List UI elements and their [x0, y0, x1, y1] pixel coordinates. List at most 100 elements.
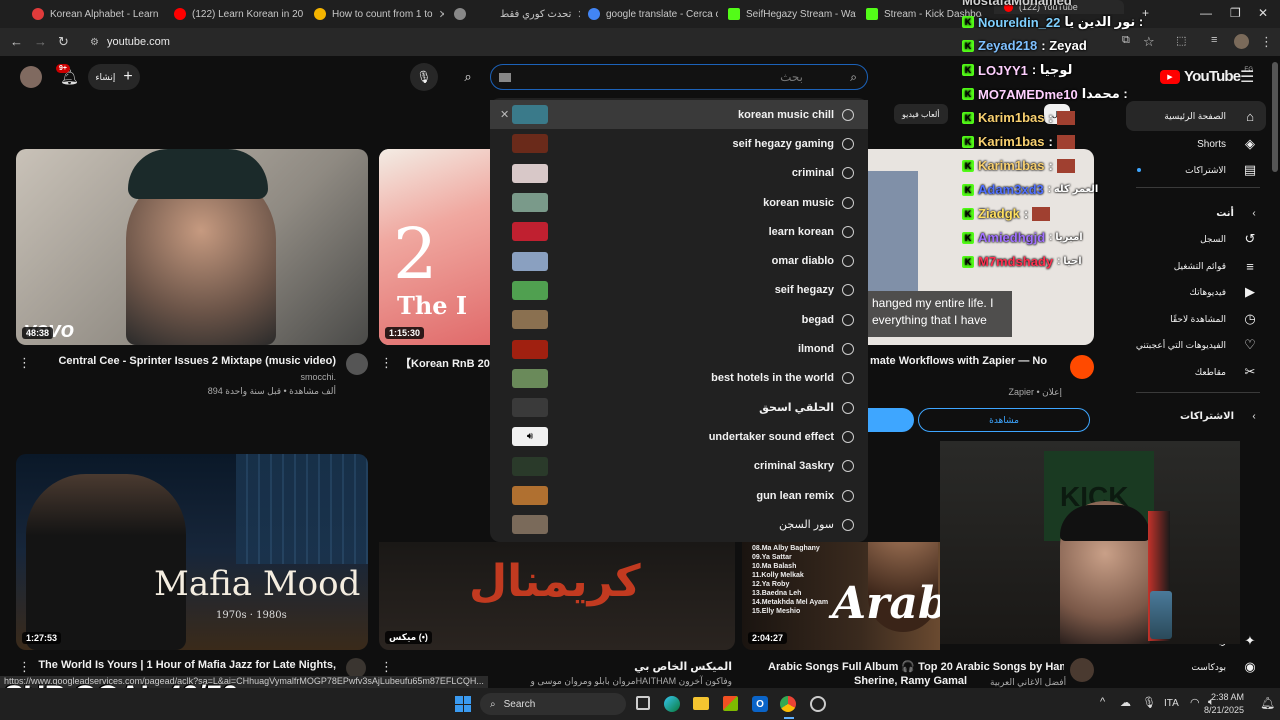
- suggestion-item[interactable]: سور السجن: [490, 510, 868, 539]
- chip-gaming[interactable]: ألعاب فيديو: [894, 104, 948, 124]
- more-options-icon[interactable]: ⋮: [380, 355, 393, 371]
- windows-start-icon[interactable]: [455, 696, 471, 712]
- video-thumbnail[interactable]: كريمنال ميكس (•): [379, 542, 735, 650]
- edge-icon[interactable]: [664, 696, 680, 712]
- create-button[interactable]: إنشاء +: [88, 64, 140, 90]
- browser-tab[interactable]: [444, 0, 490, 28]
- suggestion-item[interactable]: seif hegazy: [490, 276, 868, 305]
- browser-tab[interactable]: Korean Alphabet - Learn✕: [22, 0, 164, 28]
- input-language[interactable]: ITA: [1164, 698, 1179, 709]
- site-info-icon[interactable]: ⚙: [90, 37, 99, 48]
- video-title[interactable]: Central Cee - Sprinter Issues 2 Mixtape …: [48, 355, 336, 367]
- channel-avatar[interactable]: [1070, 658, 1094, 682]
- microphone-icon[interactable]: 🎙︎: [1142, 696, 1156, 709]
- suggestion-item[interactable]: ilmond: [490, 334, 868, 363]
- video-title[interactable]: 【Korean RnB 2025: [400, 355, 492, 371]
- sidebar-scrollbar[interactable]: [1272, 62, 1278, 172]
- browser-tab[interactable]: How to count from 1 to ✕: [304, 0, 444, 28]
- suggestion-item[interactable]: korean music: [490, 188, 868, 217]
- browser-tab[interactable]: SeifHegazy Stream - Wat✕: [718, 0, 856, 28]
- sidebar-item-podcasts[interactable]: بودكاست ◉: [1191, 659, 1258, 675]
- task-view-icon[interactable]: [636, 696, 650, 710]
- tab-search-icon[interactable]: ≡: [1211, 34, 1217, 46]
- search-button-left[interactable]: ⌕: [454, 63, 482, 91]
- suggestion-item[interactable]: gun lean remix: [490, 481, 868, 510]
- voice-search-button[interactable]: 🎙︎: [410, 63, 438, 91]
- suggestion-item[interactable]: criminal: [490, 159, 868, 188]
- account-avatar[interactable]: [20, 66, 42, 88]
- back-icon[interactable]: ←: [10, 34, 23, 49]
- chat-message: K Adam3xd3: العمر كله: [962, 182, 1098, 197]
- close-window-icon[interactable]: ✕: [1258, 6, 1268, 20]
- ad-title[interactable]: mate Workflows with Zapier — No: [870, 355, 1060, 367]
- notification-center-icon[interactable]: 🔔︎: [1260, 696, 1275, 710]
- profile-avatar[interactable]: [1234, 34, 1249, 49]
- video-title[interactable]: Arabic Songs Full Album 🎧 Top 20 Arabic …: [768, 660, 1064, 673]
- url-bar[interactable]: ⚙ youtube.com: [82, 31, 942, 53]
- more-options-icon[interactable]: ⋮: [18, 659, 31, 675]
- search-input[interactable]: [503, 70, 803, 84]
- more-options-icon[interactable]: ⋮: [18, 355, 31, 371]
- menu-dots-icon[interactable]: ⋮: [1260, 34, 1273, 50]
- forward-icon[interactable]: →: [34, 34, 47, 49]
- remove-suggestion-icon[interactable]: ✕: [500, 108, 509, 121]
- app-icon[interactable]: [810, 696, 826, 712]
- suggestion-item[interactable]: ✕ korean music chill: [490, 100, 868, 130]
- search-icon[interactable]: ⌕: [850, 70, 857, 85]
- extensions-icon[interactable]: ⬚: [1176, 34, 1186, 47]
- chevron-up-icon[interactable]: ^: [1100, 696, 1105, 708]
- sidebar-item-home[interactable]: الصفحة الرئيسية ⌂: [1164, 108, 1258, 124]
- store-icon[interactable]: [723, 696, 738, 711]
- reload-icon[interactable]: ↻: [58, 34, 69, 50]
- video-title[interactable]: الميكس الخاص بي: [392, 660, 732, 673]
- browser-tab[interactable]: (122) Learn Korean in 20✕: [164, 0, 304, 28]
- suggestion-item[interactable]: seif hegazy gaming: [490, 129, 868, 158]
- watch-button[interactable]: مشاهدة: [918, 408, 1090, 432]
- maximize-icon[interactable]: ❐: [1230, 6, 1241, 20]
- sidebar-you-header[interactable]: أنت ‹: [1216, 205, 1258, 221]
- browser-tab[interactable]: google translate - Cerca c✕: [578, 0, 718, 28]
- suggestion-item[interactable]: الحلقي اسحق: [490, 393, 868, 422]
- channel-name[interactable]: smocchi.: [100, 372, 336, 382]
- suggestion-item[interactable]: omar diablo: [490, 246, 868, 275]
- suggestion-item[interactable]: criminal 3askry: [490, 452, 868, 481]
- video-thumbnail[interactable]: 08.Ma Alby Baghany 09.Ya Sattar 10.Ma Ba…: [742, 542, 940, 650]
- outlook-icon[interactable]: O: [752, 696, 768, 712]
- ad-cta-button[interactable]: [868, 408, 914, 432]
- sidebar-item-liked[interactable]: الفيديوهات التي أعجبتني ♡: [1136, 337, 1258, 353]
- taskbar-search[interactable]: ⌕ Search: [480, 693, 626, 715]
- channel-avatar[interactable]: [346, 353, 368, 375]
- sidebar-item-your-videos[interactable]: فيديوهاتك ▶: [1190, 284, 1258, 300]
- sidebar-item-history[interactable]: السجل ↺: [1200, 231, 1258, 247]
- cloud-icon[interactable]: ☁: [1120, 696, 1131, 709]
- video-title[interactable]: The World Is Yours | 1 Hour of Mafia Jaz…: [36, 659, 336, 671]
- search-box[interactable]: ⌕: [490, 64, 868, 90]
- more-options-icon[interactable]: ⋮: [380, 659, 393, 675]
- hamburger-menu-icon[interactable]: ☰: [1240, 67, 1254, 87]
- bookmark-star-icon[interactable]: ☆: [1143, 34, 1155, 50]
- channel-avatar[interactable]: [346, 658, 366, 678]
- suggestion-item[interactable]: 🔊︎ undertaker sound effect: [490, 422, 868, 451]
- browser-tab[interactable]: تحدث كوري فقط✕: [490, 0, 580, 28]
- video-thumbnail[interactable]: Mafia Mood 1970s · 1980s 1:27:53: [16, 454, 368, 650]
- video-thumbnail[interactable]: 2 The I 1:15:30: [379, 149, 491, 345]
- video-title-line2[interactable]: Sherine, Ramy Gamal: [854, 675, 994, 687]
- sidebar-item-watch-later[interactable]: المشاهدة لاحقًا ◷: [1170, 311, 1258, 327]
- file-explorer-icon[interactable]: [693, 697, 709, 710]
- suggestion-item[interactable]: best hotels in the world: [490, 364, 868, 393]
- taskbar-clock[interactable]: 2:38 AM 8/21/2025: [1202, 691, 1244, 717]
- suggestion-item[interactable]: learn korean: [490, 217, 868, 246]
- install-icon[interactable]: ⧉: [1122, 34, 1130, 47]
- sidebar-subscriptions-header[interactable]: الاشتراكات ‹: [1180, 408, 1258, 424]
- sidebar-item-playlists[interactable]: قوائم التشغيل ≡: [1174, 258, 1258, 274]
- suggestion-item[interactable]: begad: [490, 305, 868, 334]
- sidebar-item-subscriptions[interactable]: الاشتراكات ▤: [1185, 162, 1258, 178]
- suggestion-thumbnail: [512, 339, 548, 359]
- minimize-icon[interactable]: —: [1200, 6, 1212, 20]
- ad-thumbnail[interactable]: hanged my entire life. I everything that…: [868, 149, 1094, 345]
- sidebar-item-shorts[interactable]: Shorts ◈: [1197, 136, 1258, 152]
- chrome-icon[interactable]: [780, 696, 796, 712]
- video-thumbnail[interactable]: vevo 48:38: [16, 149, 368, 345]
- sidebar-item-clips[interactable]: مقاطعك ✂: [1195, 364, 1258, 380]
- wifi-icon[interactable]: ◠: [1190, 696, 1200, 709]
